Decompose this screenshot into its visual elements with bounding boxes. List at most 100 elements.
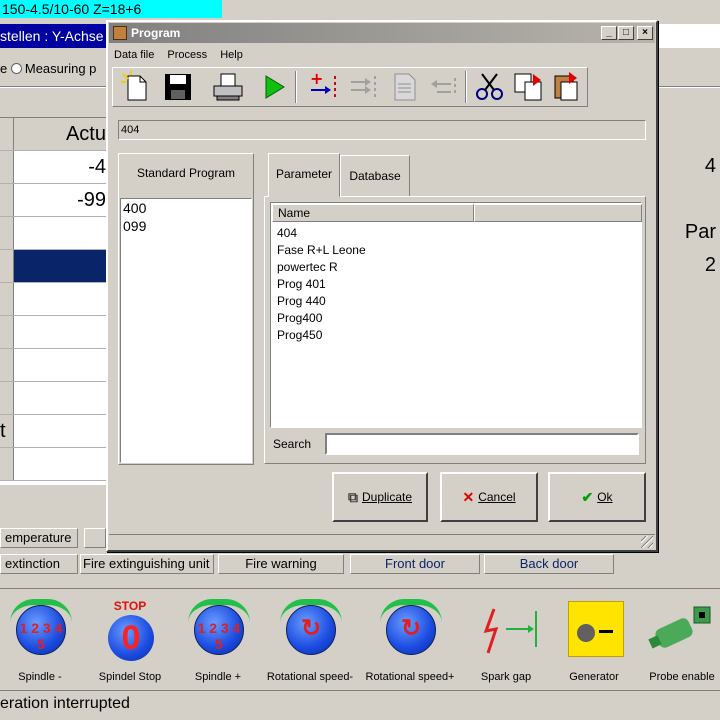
database-rows: 404 Fase R+L Leone powertec R Prog 401 P… — [277, 225, 366, 344]
program-dialog: Program _ □ × Data file Process Help + 4… — [106, 20, 658, 552]
move-back-icon[interactable] — [427, 70, 461, 104]
probe-enable-button[interactable]: Probe enable — [634, 597, 720, 685]
status-front-door: Front door — [350, 554, 480, 574]
table-row[interactable] — [0, 448, 110, 481]
spindle-plus-button[interactable]: 1 2 3 4 5 Spindle + — [170, 597, 266, 685]
ok-button[interactable]: ✔ Ok — [548, 472, 646, 522]
column-header-name[interactable]: Name — [272, 204, 474, 222]
right-value: 2 — [704, 254, 716, 276]
duplicate-button[interactable]: ⧉ Duplicate — [332, 472, 428, 522]
search-label: Search — [273, 437, 312, 451]
duplicate-icon: ⧉ — [347, 489, 358, 505]
rotational-speed-minus-label: Rotational speed- — [266, 671, 354, 683]
save-icon[interactable] — [161, 70, 195, 104]
cancel-label: Cancel — [478, 490, 516, 504]
list-item[interactable]: Fase R+L Leone — [277, 242, 366, 259]
list-item[interactable]: Prog 440 — [277, 293, 366, 310]
status-temperature: emperature — [0, 528, 78, 548]
app-top-right-field — [656, 24, 720, 48]
table-row[interactable]: t — [0, 415, 110, 448]
table-row-label: t — [0, 415, 14, 447]
maximize-icon[interactable]: □ — [618, 26, 634, 40]
new-file-icon[interactable] — [119, 70, 153, 104]
status-back-door: Back door — [484, 554, 614, 574]
copy-icon[interactable] — [511, 70, 545, 104]
move-line-icon[interactable] — [347, 70, 381, 104]
measuring-radio-row[interactable]: e Measuring p — [0, 58, 110, 80]
table-row-selected[interactable] — [0, 250, 110, 283]
radio-option-measuring: Measuring p — [24, 61, 97, 76]
list-item[interactable]: Prog 401 — [277, 276, 366, 293]
rotational-speed-plus-button[interactable]: ↻ Rotational speed+ — [362, 597, 458, 685]
list-item[interactable]: powertec R — [277, 259, 366, 276]
standard-program-panel: Standard Program 400 099 — [118, 153, 254, 465]
table-header-actual: Actu — [65, 123, 106, 145]
duplicate-label: Duplicate — [361, 490, 413, 504]
table-row[interactable] — [0, 316, 110, 349]
list-item[interactable]: 400 — [121, 199, 251, 217]
database-panel: Name 404 Fase R+L Leone powertec R Prog … — [264, 196, 646, 464]
table-cell-value: -4 — [88, 156, 106, 178]
status-extinction: extinction — [0, 554, 78, 574]
app-status-bar: eration interrupted — [0, 690, 720, 720]
close-icon[interactable]: × — [637, 26, 653, 40]
status-fire-extinguishing: Fire extinguishing unit — [80, 554, 214, 574]
cancel-button[interactable]: ✕ Cancel — [440, 472, 538, 522]
search-input[interactable] — [325, 433, 639, 455]
menu-bar: Data file Process Help — [109, 45, 655, 65]
table-row[interactable] — [0, 382, 110, 415]
menu-process[interactable]: Process — [162, 45, 212, 65]
rotational-speed-plus-label: Rotational speed+ — [365, 671, 455, 683]
app-icon — [113, 26, 127, 40]
table-row[interactable]: -99 — [0, 184, 110, 217]
rotation-dial-icon: ↻ — [386, 605, 436, 655]
radio-button-icon[interactable] — [10, 63, 22, 74]
column-header-empty[interactable] — [474, 204, 642, 222]
table-cell-value: -99 — [77, 189, 106, 211]
print-icon[interactable] — [211, 70, 245, 104]
menu-data-file[interactable]: Data file — [109, 45, 159, 65]
toolbar-separator — [465, 71, 467, 103]
table-row[interactable] — [0, 217, 110, 250]
rotation-dial-icon: ↻ — [286, 605, 336, 655]
minimize-icon[interactable]: _ — [601, 26, 617, 40]
stop-text: STOP — [113, 599, 147, 613]
table-row[interactable]: -4 — [0, 151, 110, 184]
app-title-text: 150-4.5/10-60 Z=18+6 — [2, 1, 142, 17]
list-item[interactable]: Prog400 — [277, 310, 366, 327]
tab-database[interactable]: Database — [340, 155, 410, 197]
list-item[interactable]: 404 — [277, 225, 366, 242]
database-list[interactable]: Name 404 Fase R+L Leone powertec R Prog … — [270, 202, 642, 428]
cut-icon[interactable] — [473, 70, 507, 104]
app-subtitle: stellen : Y-Achse — [0, 24, 110, 48]
insert-line-icon[interactable]: + — [307, 69, 341, 104]
table-row[interactable] — [0, 283, 110, 316]
spindle-dial-icon: 1 2 3 4 5 — [194, 605, 244, 655]
spark-gap-icon — [483, 608, 537, 654]
list-item[interactable]: 099 — [121, 217, 251, 235]
dialog-title: Program — [131, 26, 181, 40]
stop-digit: 0 — [121, 619, 141, 657]
radio-label-left: e — [0, 61, 8, 76]
dialog-status-bar — [109, 534, 655, 550]
table-row[interactable] — [0, 349, 110, 382]
tab-parameter[interactable]: Parameter — [268, 153, 340, 197]
run-icon[interactable] — [257, 70, 291, 104]
dialog-title-bar[interactable]: Program _ □ × — [109, 23, 655, 43]
delete-doc-icon[interactable] — [387, 70, 421, 104]
right-value-header: Par — [684, 221, 716, 243]
checkmark-icon: ✔ — [581, 489, 594, 505]
paste-icon[interactable] — [549, 70, 583, 104]
program-name-field[interactable]: 404 — [118, 120, 646, 140]
app-subtitle-text: stellen : Y-Achse — [0, 28, 104, 44]
rotational-speed-minus-button[interactable]: ↻ Rotational speed- — [262, 597, 358, 685]
standard-program-list[interactable]: 400 099 — [120, 198, 252, 463]
right-value-column: 4 Par 2 — [656, 150, 720, 470]
ok-label: Ok — [597, 490, 613, 504]
stop-dial-icon: 0 — [108, 615, 154, 661]
resize-grip-icon[interactable] — [641, 536, 653, 548]
menu-help[interactable]: Help — [215, 45, 248, 65]
axis-table: Actu -4 -99 t — [0, 117, 110, 485]
list-item[interactable]: Prog450 — [277, 327, 366, 344]
spindle-minus-button[interactable]: 1 2 3 4 5 Spindle - — [0, 597, 88, 685]
